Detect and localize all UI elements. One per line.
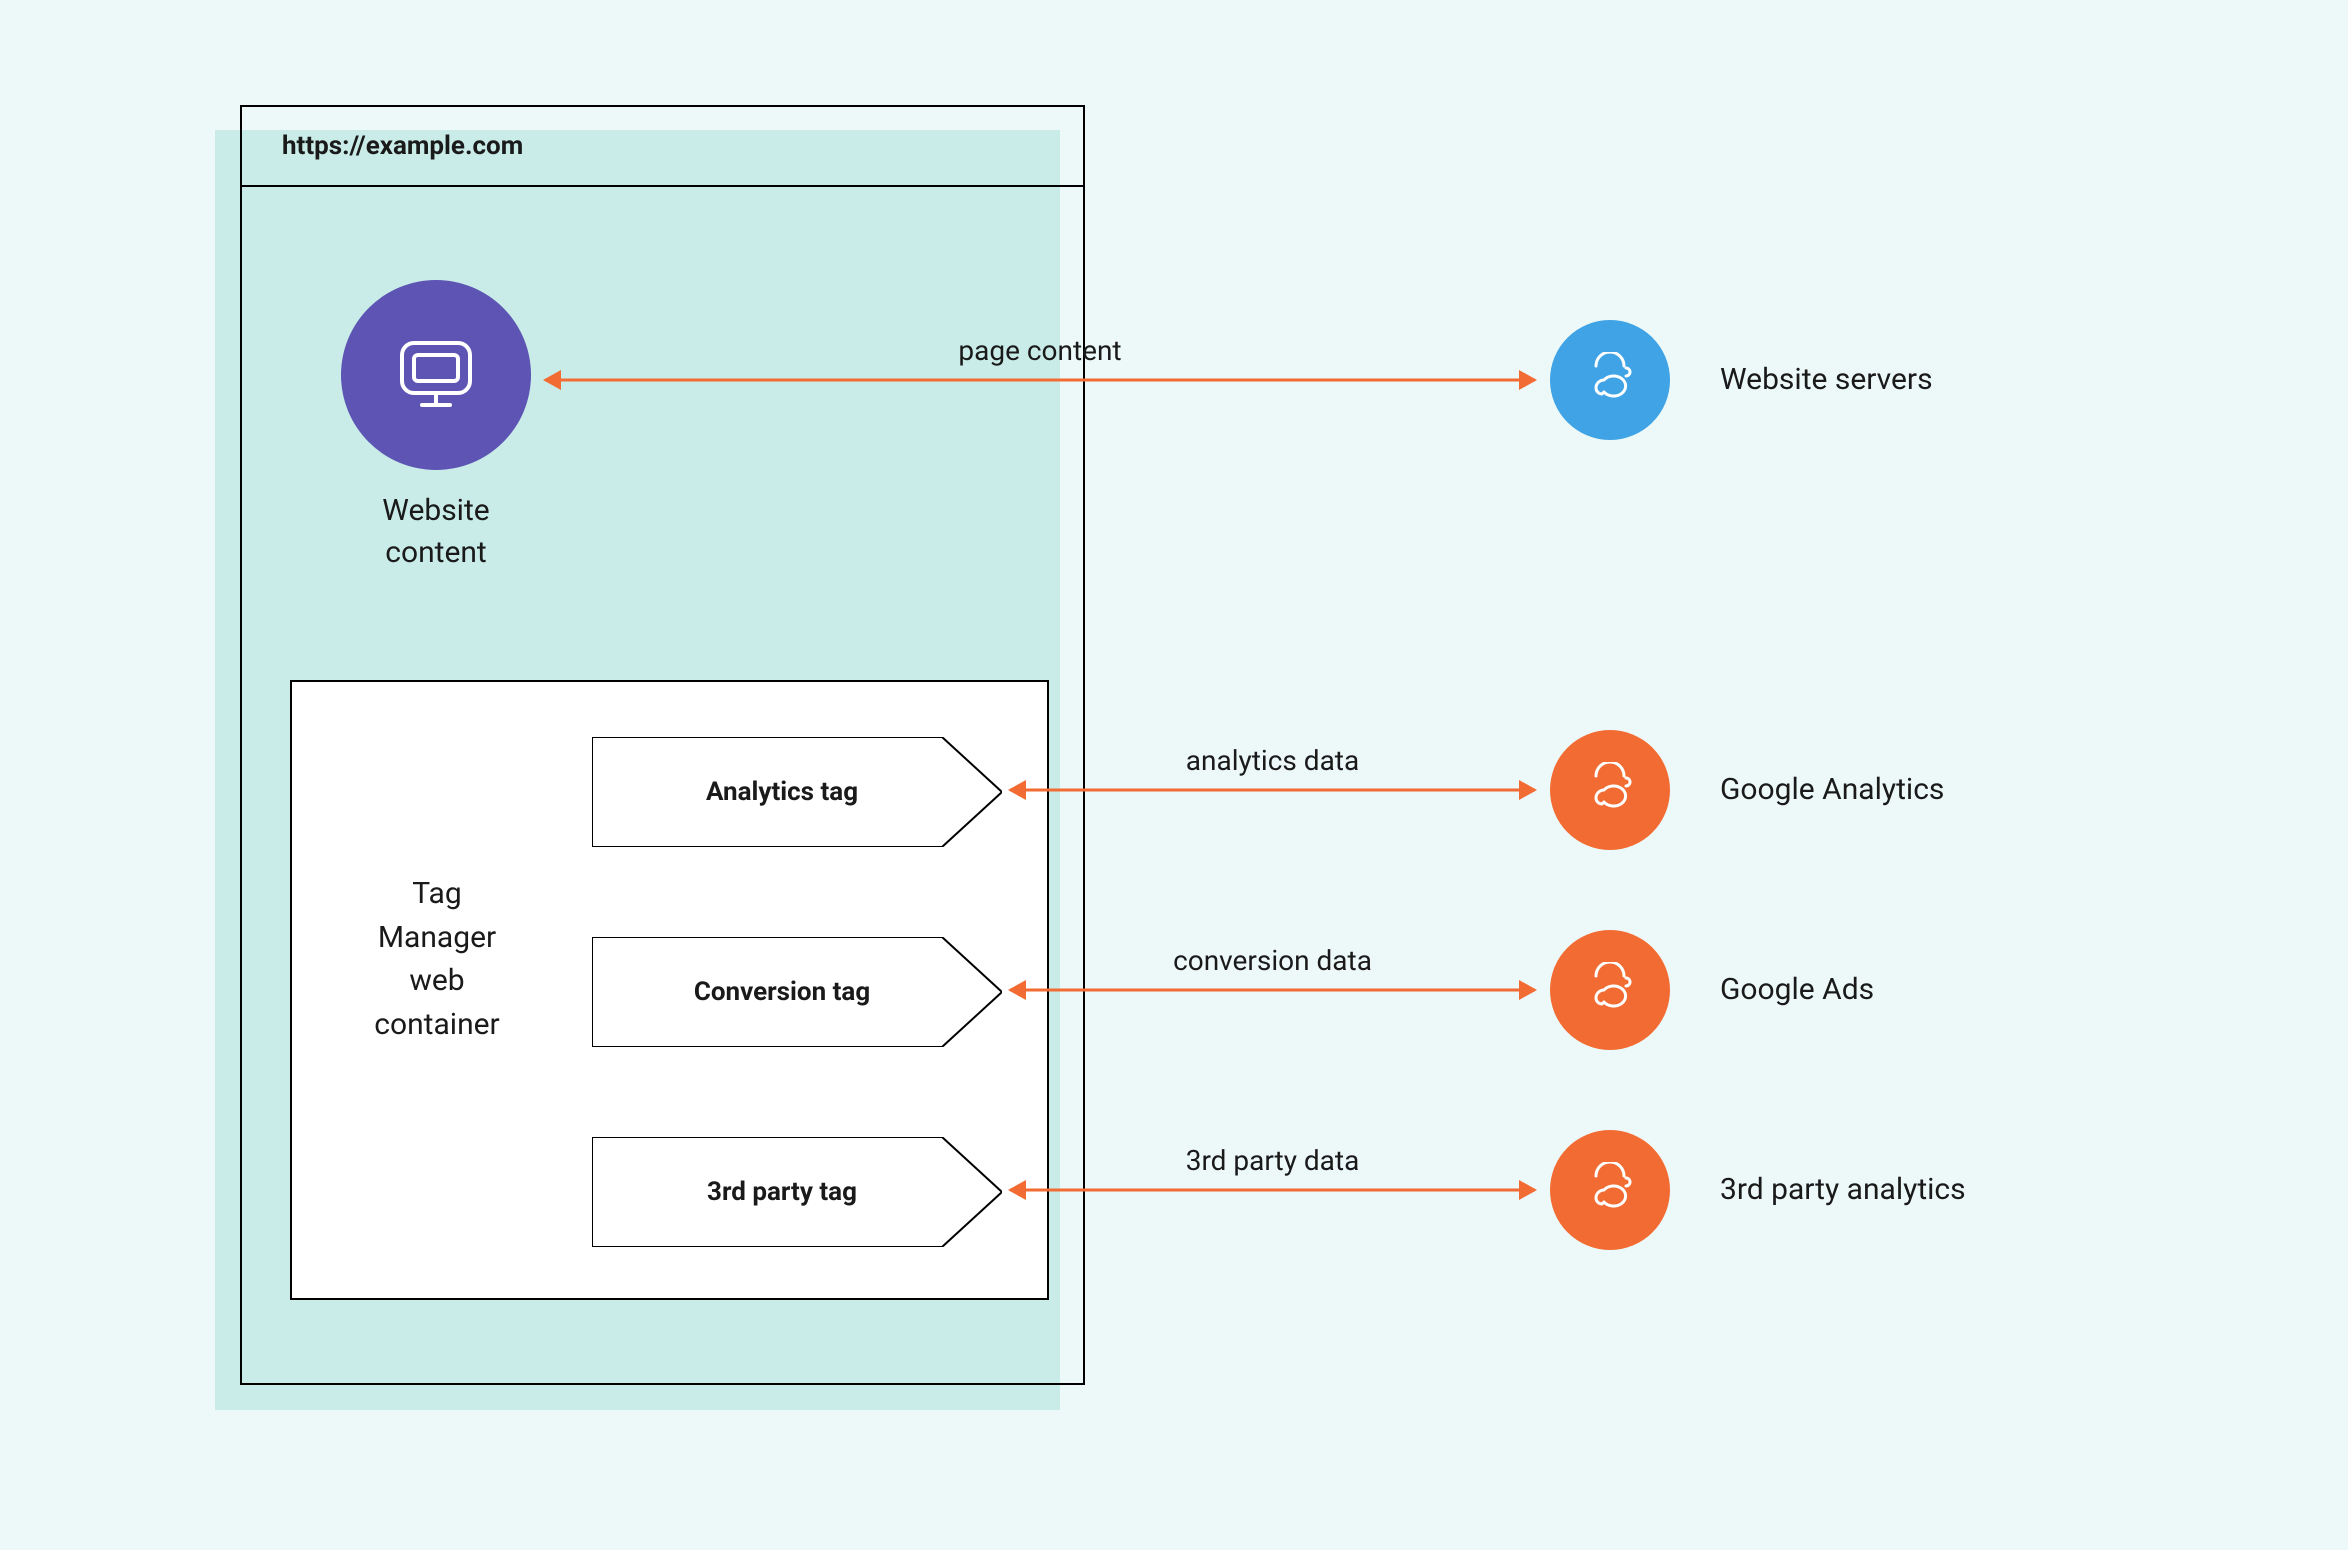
google-analytics-label: Google Analytics — [1720, 772, 1944, 807]
website-content-label: Website content — [330, 490, 542, 574]
conversion-tag-label: Conversion tag — [694, 977, 870, 1007]
cloud-icon — [1582, 762, 1638, 818]
google-ads-label: Google Ads — [1720, 972, 1874, 1007]
diagram-canvas: https://example.com Website content Tag … — [0, 0, 2348, 1550]
cloud-icon — [1582, 1162, 1638, 1218]
arrow-analytics-data-label: analytics data — [1010, 744, 1535, 777]
tag-manager-label: Tag Manager web container — [322, 872, 552, 1046]
google-analytics-node — [1550, 730, 1670, 850]
google-ads-node — [1550, 930, 1670, 1050]
analytics-tag-label: Analytics tag — [706, 777, 858, 807]
cloud-icon — [1582, 352, 1638, 408]
browser-url-text: https://example.com — [282, 131, 523, 161]
third-party-analytics-label: 3rd party analytics — [1720, 1172, 1966, 1207]
website-content-node — [341, 280, 531, 470]
third-party-analytics-node — [1550, 1130, 1670, 1250]
conversion-tag-node: Conversion tag — [592, 937, 1002, 1047]
third-party-tag-node: 3rd party tag — [592, 1137, 1002, 1247]
website-servers-node — [1550, 320, 1670, 440]
cloud-icon — [1582, 962, 1638, 1018]
arrow-third-party-data-label: 3rd party data — [1010, 1144, 1535, 1177]
third-party-tag-label: 3rd party tag — [707, 1177, 857, 1207]
analytics-tag-node: Analytics tag — [592, 737, 1002, 847]
monitor-icon — [390, 329, 482, 421]
arrow-page-content-label: page content — [545, 334, 1535, 367]
browser-url-bar: https://example.com — [242, 107, 1083, 187]
arrow-conversion-data-label: conversion data — [1010, 944, 1535, 977]
tag-manager-container: Tag Manager web container Analytics tag … — [290, 680, 1049, 1300]
website-servers-label: Website servers — [1720, 362, 1933, 397]
